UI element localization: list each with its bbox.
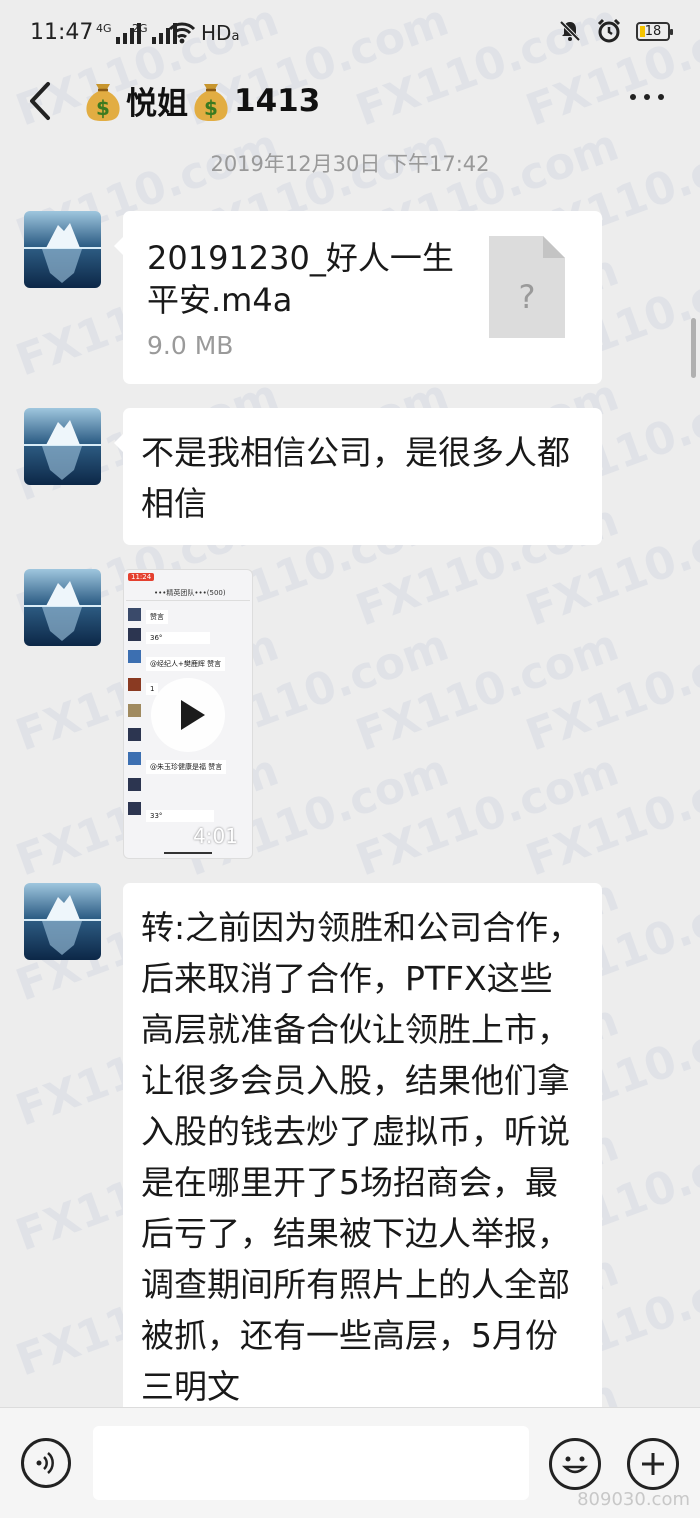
battery-level: 18 — [644, 23, 662, 39]
thumb-line: @经纪人+樊鹿辉 赞言 — [146, 657, 226, 671]
wifi-icon — [168, 22, 196, 44]
thumb-time: 11:24 — [128, 573, 155, 581]
scroll-indicator[interactable] — [691, 318, 696, 378]
chat-title-name: 悦姐 — [126, 86, 188, 122]
iceberg-avatar-icon — [24, 211, 101, 288]
avatar[interactable] — [24, 883, 101, 960]
signal-2g-label: 2G — [132, 22, 148, 35]
watermark-text: FX110.com — [519, 619, 700, 762]
unknown-file-icon: ? — [489, 236, 565, 338]
watermark-text: FX110.com — [519, 744, 700, 887]
thumb-header: •••精英团队•••(500) — [154, 589, 226, 597]
svg-text:?: ? — [519, 278, 536, 316]
watermark-text: FX110.com — [349, 619, 626, 762]
thumb-line: @朱玉珍健康是福 赞言 — [146, 760, 227, 774]
file-message-bubble[interactable]: 20191230_好人一生平安.m4a 9.0 MB ? — [114, 211, 602, 384]
message-text: 不是我相信公司，是很多人都相信 — [141, 433, 570, 523]
svg-text:$: $ — [204, 96, 218, 120]
video-message[interactable]: 11:24 •••精英团队•••(500) 赞言 36° @经纪人+樊鹿辉 赞言… — [123, 569, 253, 859]
status-right-icons: 18 — [558, 18, 673, 44]
signal-4g-label: 4G — [96, 22, 112, 35]
voice-icon[interactable] — [21, 1438, 71, 1488]
chat-title-suffix: 1413 — [234, 82, 321, 119]
avatar[interactable] — [24, 211, 101, 288]
plus-sign-icon — [642, 1453, 664, 1475]
network-label: HD — [201, 21, 232, 45]
message-timestamp: 2019年12月30日 下午17:42 — [210, 152, 490, 176]
file-size: 9.0 MB — [147, 331, 234, 360]
watermark-text: FX110.com — [349, 744, 626, 887]
status-time: 11:47 — [30, 20, 94, 45]
site-watermark: 809030.com — [577, 1489, 690, 1510]
file-name: 20191230_好人一生平安.m4a — [147, 239, 454, 319]
status-bar: 11:47 4G 2G HDa 18 — [0, 0, 700, 64]
money-bag-icon: $ — [194, 83, 228, 121]
thumb-line: 赞言 — [146, 610, 168, 624]
smiley-icon — [561, 1456, 589, 1474]
battery-icon: 18 — [636, 21, 673, 41]
chevron-left-icon[interactable] — [22, 76, 62, 126]
plus-icon[interactable] — [627, 1438, 679, 1490]
input-bar: 809030.com — [0, 1407, 700, 1518]
iceberg-avatar-icon — [24, 569, 101, 646]
video-duration: 4:01 — [193, 824, 238, 848]
svg-text:$: $ — [96, 96, 110, 120]
avatar[interactable] — [24, 569, 101, 646]
emoji-icon[interactable] — [549, 1438, 601, 1490]
iceberg-avatar-icon — [24, 883, 101, 960]
chat-title: $ 悦姐 $ 1413 — [84, 78, 320, 123]
voice-wave-icon — [36, 1452, 54, 1474]
network-hd-label: HDa — [201, 21, 240, 45]
mute-icon — [559, 20, 581, 42]
alarm-icon — [597, 18, 621, 43]
text-message-bubble[interactable]: 转:之前因为领胜和公司合作，后来取消了合作，PTFX这些高层就准备合伙让领胜上市… — [123, 883, 602, 1407]
text-message-bubble[interactable]: 不是我相信公司，是很多人都相信 — [114, 408, 602, 545]
iceberg-avatar-icon — [24, 408, 101, 485]
message-text: 转:之前因为领胜和公司合作，后来取消了合作，PTFX这些高层就准备合伙让领胜上市… — [141, 908, 582, 1406]
play-icon[interactable] — [151, 678, 225, 752]
avatar[interactable] — [24, 408, 101, 485]
thumb-line: 33° — [146, 810, 214, 822]
more-dots-icon[interactable] — [630, 94, 664, 100]
money-bag-icon: $ — [86, 83, 120, 121]
thumb-line: 36° — [146, 632, 210, 644]
chat-header: $ 悦姐 $ 1413 — [0, 64, 700, 142]
message-input[interactable] — [93, 1426, 529, 1500]
